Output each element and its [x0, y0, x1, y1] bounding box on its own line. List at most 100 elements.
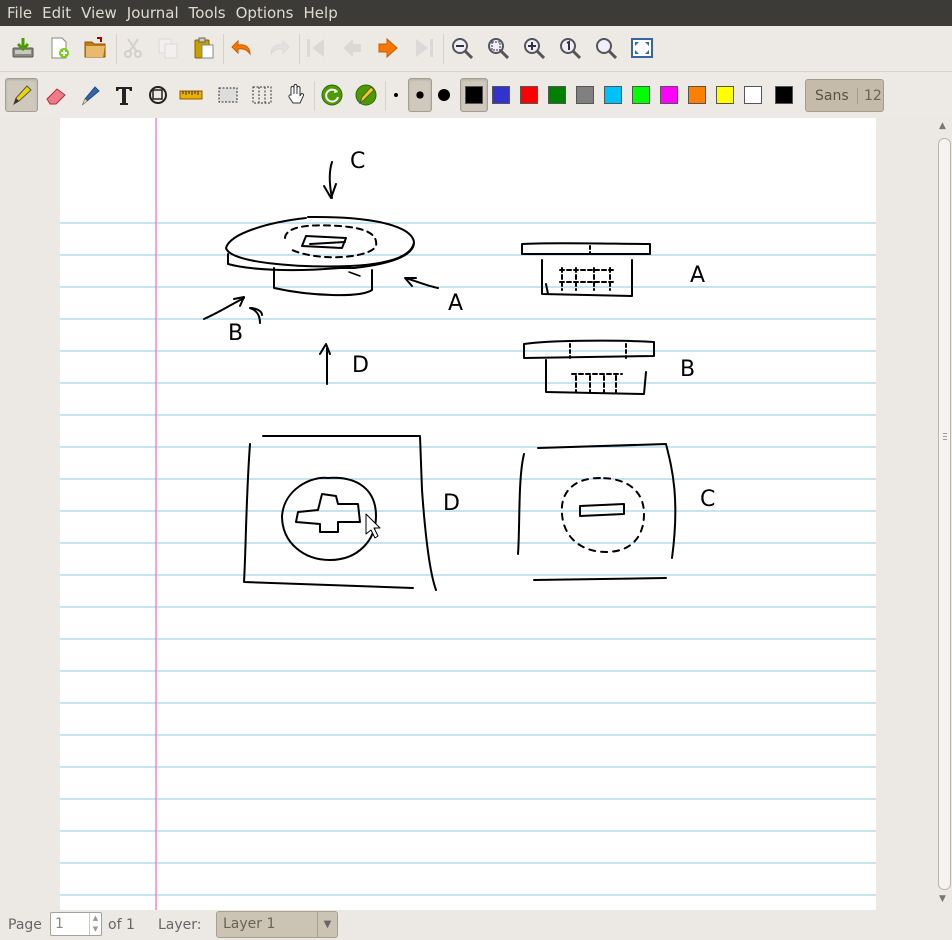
drawing-label: C — [350, 149, 365, 174]
color-swatch-blue[interactable] — [492, 86, 510, 104]
zoom-in-icon — [524, 38, 546, 60]
last-page-button[interactable] — [408, 32, 440, 64]
cut-icon — [124, 38, 142, 58]
color-swatch-light-blue[interactable] — [604, 86, 622, 104]
color-swatch-red[interactable] — [520, 86, 538, 104]
thickness-medium-button[interactable] — [408, 78, 432, 112]
pen-settings-button[interactable] — [350, 79, 382, 111]
page-number-spinner[interactable]: 1 ▲ ▼ — [50, 912, 102, 936]
menu-view[interactable]: View — [76, 0, 122, 26]
copy-button[interactable] — [152, 32, 184, 64]
shape-recognizer-button[interactable] — [142, 79, 174, 111]
zoom-custom-button[interactable] — [590, 32, 622, 64]
default-pen-icon — [321, 84, 343, 106]
highlighter-icon — [81, 86, 100, 106]
color-swatch-black-selected[interactable] — [460, 78, 488, 112]
dot-medium-icon — [416, 91, 424, 99]
previous-page-button[interactable] — [336, 32, 368, 64]
first-page-button[interactable] — [300, 32, 332, 64]
menu-tools[interactable]: Tools — [184, 0, 231, 26]
scroll-down-icon[interactable]: ▼ — [939, 894, 946, 904]
zoom-fit-button[interactable] — [482, 32, 514, 64]
color-swatch-gray[interactable] — [576, 86, 594, 104]
font-name: Sans — [815, 87, 849, 104]
page-label: Page — [8, 917, 42, 933]
drawing-label: D — [443, 491, 460, 516]
menu-edit[interactable]: Edit — [37, 0, 76, 26]
sketch-top-view-c — [517, 443, 677, 581]
redo-button[interactable] — [263, 32, 295, 64]
drawing-label: C — [700, 487, 715, 512]
eraser-icon — [46, 88, 66, 105]
color-swatch-yellow[interactable] — [716, 86, 734, 104]
text-icon — [116, 87, 132, 105]
drawing-label: A — [448, 291, 463, 316]
zoom-100-icon — [560, 38, 582, 60]
highlighter-button[interactable] — [75, 79, 107, 111]
select-region-icon — [252, 86, 272, 104]
hand-button[interactable] — [280, 79, 312, 111]
page-number-value: 1 — [55, 916, 64, 932]
font-button[interactable]: Sans 12 — [805, 79, 884, 112]
main-toolbar — [0, 26, 952, 72]
select-region-button[interactable] — [246, 79, 278, 111]
pen-button[interactable] — [5, 78, 38, 112]
drawing-label: D — [352, 353, 369, 378]
chevron-down-icon: ▼ — [317, 912, 337, 937]
shape-recognizer-icon — [149, 86, 167, 104]
ruler-button[interactable] — [175, 79, 207, 111]
sketch-side-view-b — [523, 339, 655, 395]
layer-dropdown[interactable]: Layer 1 ▼ — [216, 911, 338, 938]
journal-page[interactable]: C A B D A B D C — [60, 118, 876, 910]
drawing-label: A — [690, 263, 705, 288]
next-page-icon — [378, 37, 398, 59]
open-icon — [84, 37, 106, 58]
dot-fine-icon — [394, 93, 398, 97]
zoom-out-button[interactable] — [446, 32, 478, 64]
undo-button[interactable] — [226, 32, 258, 64]
pen-icon — [12, 85, 32, 106]
spin-arrows-icon[interactable]: ▲ ▼ — [89, 913, 101, 935]
open-button[interactable] — [79, 32, 111, 64]
zoom-custom-icon — [596, 38, 618, 60]
eraser-button[interactable] — [40, 79, 72, 111]
text-button[interactable] — [108, 79, 140, 111]
sketch-side-view-a — [521, 242, 651, 297]
drawing-label: B — [680, 357, 695, 382]
color-swatch-orange[interactable] — [688, 86, 706, 104]
select-rectangle-button[interactable] — [212, 79, 244, 111]
fullscreen-button[interactable] — [626, 32, 658, 64]
new-page-button[interactable] — [43, 32, 75, 64]
save-button[interactable] — [7, 32, 39, 64]
zoom-100-button[interactable] — [554, 32, 586, 64]
select-rectangle-icon — [218, 87, 238, 103]
thickness-fine-button[interactable] — [381, 79, 411, 111]
scroll-up-icon[interactable]: ▲ — [939, 121, 946, 131]
fullscreen-icon — [631, 38, 653, 58]
color-swatch-black[interactable] — [775, 86, 793, 104]
menu-bar: File Edit View Journal Tools Options Hel… — [0, 0, 952, 26]
page-count-label: of 1 — [108, 917, 135, 933]
default-pen-button[interactable] — [316, 79, 348, 111]
hand-icon — [288, 84, 305, 104]
next-page-button[interactable] — [372, 32, 404, 64]
color-swatch-green[interactable] — [548, 86, 566, 104]
menu-options[interactable]: Options — [231, 0, 299, 26]
thickness-thick-button[interactable] — [430, 79, 458, 111]
layer-value: Layer 1 — [223, 916, 276, 932]
save-icon — [12, 38, 34, 58]
zoom-in-button[interactable] — [518, 32, 550, 64]
color-swatch-white[interactable] — [744, 86, 762, 104]
color-swatch-light-green[interactable] — [632, 86, 650, 104]
menu-journal[interactable]: Journal — [122, 0, 184, 26]
vertical-scrollbar[interactable]: ▲ ▼ — [936, 118, 952, 910]
cut-button[interactable] — [117, 32, 149, 64]
menu-file[interactable]: File — [2, 0, 37, 26]
zoom-fit-icon — [488, 38, 510, 60]
color-swatch-magenta[interactable] — [660, 86, 678, 104]
paste-icon — [194, 37, 214, 59]
menu-help[interactable]: Help — [299, 0, 343, 26]
scroll-thumb[interactable] — [938, 138, 951, 890]
paste-button[interactable] — [188, 32, 220, 64]
journal-canvas[interactable]: C A B D A B D C — [0, 118, 936, 910]
